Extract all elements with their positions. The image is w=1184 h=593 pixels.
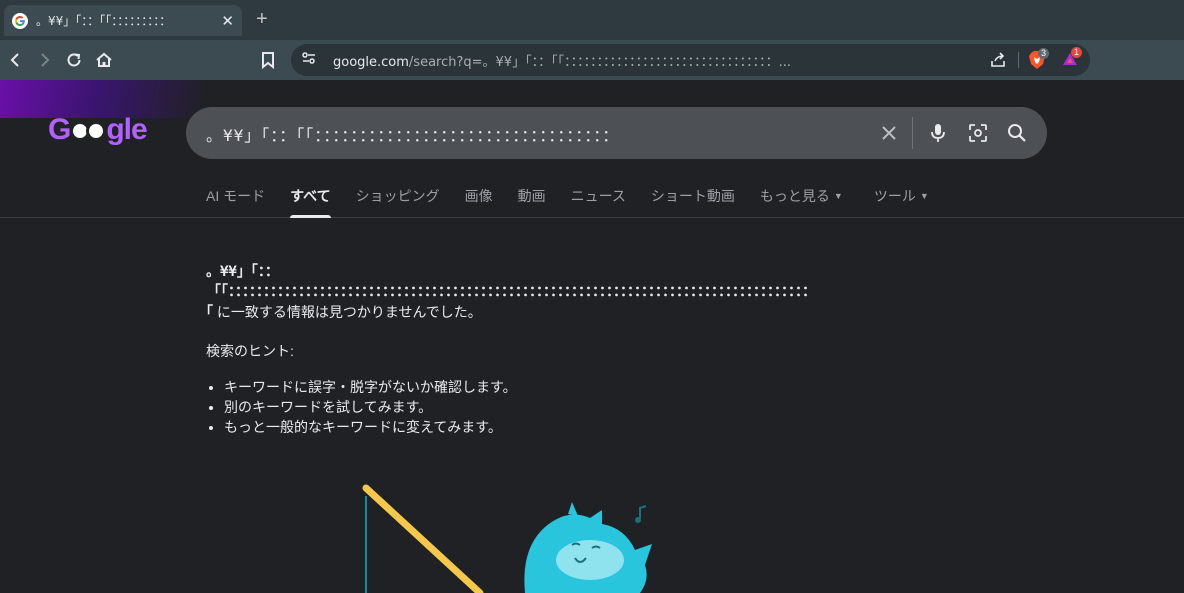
forward-icon[interactable]	[32, 48, 56, 72]
site-settings-icon[interactable]	[301, 50, 317, 71]
google-logo[interactable]: Ggle	[48, 113, 148, 147]
address-bar[interactable]: google.com/search?q=。¥¥」｢：：｢｢：：：：：：：：：：：…	[291, 44, 1090, 76]
shields-badge: 3	[1038, 48, 1050, 59]
soccer-ball-icon	[86, 121, 107, 141]
bookmark-icon[interactable]	[256, 48, 280, 72]
tab-more[interactable]: もっと見る ▼	[760, 186, 843, 218]
reload-icon[interactable]	[62, 48, 86, 72]
tab-ai-mode[interactable]: AI モード	[206, 186, 265, 218]
tab-news[interactable]: ニュース	[571, 186, 626, 218]
home-icon[interactable]	[92, 48, 116, 72]
tab-videos[interactable]: 動画	[518, 186, 546, 218]
tab-images[interactable]: 画像	[465, 186, 493, 218]
tab-short-videos[interactable]: ショート動画	[651, 186, 735, 218]
search-box[interactable]: 。¥¥」｢：：｢｢：：：：：：：：：：：：：：：：：：：：：：：：：：：：：：：…	[186, 107, 1047, 159]
dropdown-caret-icon: ▼	[919, 191, 929, 201]
dropdown-caret-icon: ▼	[833, 191, 843, 201]
no-match-text: ｢ に一致する情報は見つかりませんでした。	[206, 304, 482, 321]
browser-toolbar: google.com/search?q=。¥¥」｢：：｢｢：：：：：：：：：：：…	[0, 40, 1184, 80]
clear-icon[interactable]	[876, 120, 902, 146]
tab-tools[interactable]: ツール ▼	[874, 186, 929, 218]
search-tabs: AI モード すべて ショッピング 画像 動画 ニュース ショート動画 もっと見…	[206, 186, 954, 218]
browser-tab[interactable]: 。¥¥」｢：：｢｢：：：：：：：：： ✕	[4, 5, 242, 36]
brave-shields-icon[interactable]: 3	[1028, 48, 1050, 70]
fishing-monster-illustration	[340, 470, 680, 593]
browser-tabstrip: 。¥¥」｢：：｢｢：：：：：：：：： ✕ +	[0, 0, 1184, 40]
search-input[interactable]: 。¥¥」｢：：｢｢：：：：：：：：：：：：：：：：：：：：：：：：：：：：：：：…	[206, 122, 876, 146]
list-item: もっと一般的なキーワードに変えてみます。	[224, 417, 1184, 437]
back-icon[interactable]	[4, 48, 28, 72]
lens-icon[interactable]	[965, 120, 991, 146]
query-line-1: 。¥¥」｢：：	[206, 264, 279, 280]
tab-title: 。¥¥」｢：：｢｢：：：：：：：：：	[36, 14, 172, 28]
share-icon[interactable]	[989, 51, 1007, 74]
search-divider	[912, 117, 913, 149]
tab-all[interactable]: すべて	[290, 186, 332, 218]
list-item: キーワードに誤字・脱字がないか確認します。	[224, 377, 1184, 397]
hint-title: 検索のヒント:	[206, 343, 294, 359]
brave-rewards-icon[interactable]: 1	[1061, 47, 1083, 70]
hint-list: キーワードに誤字・脱字がないか確認します。 別のキーワードを試してみます。 もっ…	[206, 377, 1184, 437]
tab-close-icon[interactable]: ✕	[221, 12, 234, 30]
query-line-2: ｢｢：：：：：：：：：：：：：：：：：：：：：：：：：：：：：：：：：：：：：：…	[214, 284, 816, 300]
tab-shopping[interactable]: ショッピング	[356, 186, 440, 218]
url-text: google.com/search?q=。¥¥」｢：：｢｢：：：：：：：：：：：…	[333, 54, 791, 70]
toolbar-divider	[1018, 52, 1019, 68]
list-item: 別のキーワードを試してみます。	[224, 397, 1184, 417]
microphone-icon[interactable]	[925, 120, 951, 146]
new-tab-button[interactable]: +	[256, 8, 268, 31]
rewards-badge: 1	[1071, 47, 1083, 58]
google-favicon-icon	[12, 12, 28, 29]
search-icon[interactable]	[1004, 120, 1030, 146]
no-results-message: 。¥¥」｢：： ｢｢：：：：：：：：：：：：：：：：：：：：：：：：：：：：：：…	[206, 262, 1184, 437]
